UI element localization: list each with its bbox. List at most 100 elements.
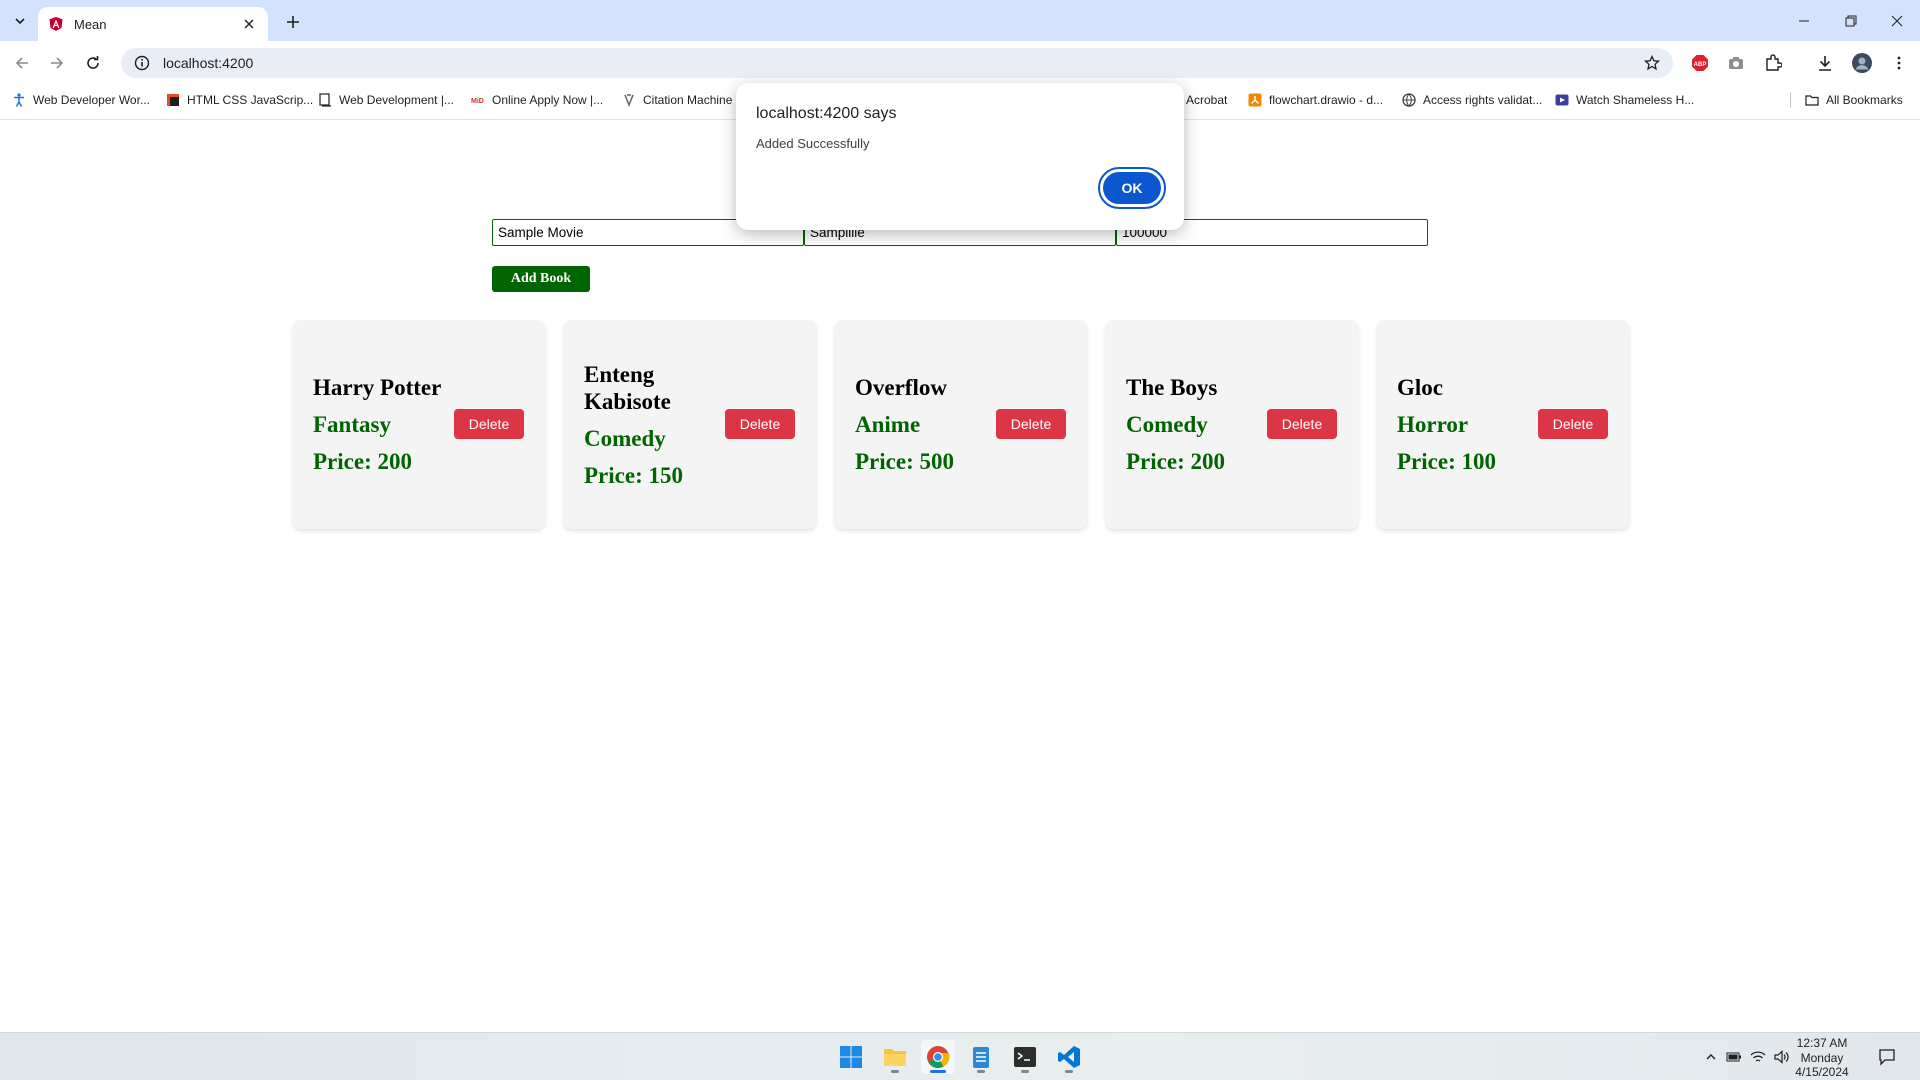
tab-search-button[interactable] [8, 9, 32, 33]
bookmark-label: Watch Shameless H... [1576, 93, 1695, 107]
extensions-puzzle-icon[interactable] [1759, 49, 1787, 77]
book-card: The Boys Comedy Price: 200 Delete [1106, 320, 1358, 529]
site-info-icon[interactable] [127, 48, 157, 78]
taskbar-vscode[interactable] [1052, 1040, 1086, 1074]
bookmark-item[interactable]: flowchart.drawio - d... [1248, 87, 1383, 113]
camera-extension-icon[interactable] [1722, 49, 1750, 77]
svg-text:MiD: MiD [471, 98, 484, 105]
dialog-message: Added Successfully [756, 136, 870, 151]
book-info: Harry Potter Fantasy Price: 200 [313, 320, 463, 529]
url-text: localhost:4200 [163, 55, 254, 71]
book-price: Price: 150 [584, 462, 683, 488]
delete-button[interactable]: Delete [1267, 409, 1337, 439]
arrow-right-icon [51, 57, 64, 69]
citation-machine-icon [624, 94, 634, 107]
book-genre: Comedy [1126, 412, 1208, 437]
angular-favicon-icon [49, 17, 63, 31]
book-info: The Boys Comedy Price: 200 [1126, 320, 1276, 529]
bookmark-item[interactable]: Watch Shameless H... [1555, 87, 1694, 113]
browser-menu-icon[interactable] [1885, 49, 1913, 77]
book-name: Overflow [855, 375, 947, 400]
taskbar-file-explorer[interactable] [878, 1040, 912, 1074]
dialog-title: localhost:4200 says [756, 105, 897, 122]
globe-icon [1402, 93, 1416, 107]
book-card: Enteng Kabisote Comedy Price: 150 Delete [564, 320, 816, 529]
clock-time: 12:37 AM [1796, 1036, 1848, 1050]
book-price: Price: 200 [1126, 449, 1225, 474]
bookmark-label: Access rights validat... [1423, 93, 1543, 107]
bookmark-item[interactable]: HTML CSS JavaScrip... [166, 87, 313, 113]
book-genre: Comedy [584, 425, 666, 451]
system-tray [1700, 1033, 1794, 1080]
bookmark-item[interactable]: Access rights validat... [1402, 87, 1542, 113]
folder-icon [884, 1049, 906, 1066]
bookmark-item[interactable]: Web Developer Wor... [12, 87, 150, 113]
running-indicator [891, 1070, 899, 1073]
alert-dialog: localhost:4200 says Added Successfully O… [736, 83, 1184, 230]
all-bookmarks-button[interactable]: All Bookmarks [1805, 87, 1903, 113]
bookmark-item[interactable]: MiD Online Apply Now |... [471, 87, 603, 113]
address-bar[interactable]: localhost:4200 [121, 48, 1673, 78]
video-play-icon [1555, 94, 1569, 106]
add-book-button[interactable]: Add Book [492, 266, 590, 292]
book-genre: Horror [1397, 412, 1469, 437]
bookmark-star-icon[interactable] [1637, 48, 1667, 78]
book-info: Gloc Horror Price: 100 [1397, 320, 1547, 529]
forward-button[interactable] [43, 49, 71, 77]
bookmark-item[interactable]: Web Development |... [318, 87, 454, 113]
book-name: Enteng Kabisote [584, 361, 671, 414]
taskbar-clock[interactable]: 12:37 AM Monday 4/15/2024 [1787, 1036, 1857, 1080]
clock-date: 4/15/2024 [1795, 1065, 1849, 1079]
new-tab-button[interactable] [280, 9, 306, 35]
restore-button[interactable] [1828, 0, 1874, 41]
notification-icon [1879, 1049, 1895, 1066]
document-icon [319, 93, 331, 107]
plus-icon [287, 16, 299, 28]
wifi-icon[interactable] [1746, 1050, 1770, 1064]
minimize-button[interactable] [1781, 0, 1827, 41]
taskbar-terminal[interactable] [1008, 1040, 1042, 1074]
battery-icon[interactable] [1722, 1051, 1746, 1063]
back-button[interactable] [8, 49, 36, 77]
bookmark-label: Web Development |... [339, 93, 454, 107]
reload-icon [87, 56, 99, 69]
book-list: Harry Potter Fantasy Price: 200 Delete E… [293, 320, 1629, 529]
close-icon [1891, 15, 1903, 26]
reload-button[interactable] [79, 49, 107, 77]
tray-chevron-up-icon[interactable] [1700, 1051, 1722, 1063]
notification-button[interactable] [1872, 1033, 1902, 1080]
folder-icon [1805, 95, 1819, 106]
delete-button[interactable]: Delete [996, 409, 1066, 439]
bookmark-item[interactable]: Citation Machine [622, 87, 732, 113]
tab-mean[interactable]: Mean [38, 7, 268, 41]
ok-button[interactable]: OK [1098, 167, 1166, 209]
adblock-extension-icon[interactable]: ABP [1686, 49, 1714, 77]
bookmark-label: HTML CSS JavaScrip... [187, 93, 314, 107]
book-info: Enteng Kabisote Comedy Price: 150 [584, 320, 734, 529]
start-button[interactable] [834, 1040, 868, 1074]
delete-button[interactable]: Delete [725, 409, 795, 439]
delete-button[interactable]: Delete [454, 409, 524, 439]
download-icon[interactable] [1811, 49, 1839, 77]
running-indicator [1021, 1070, 1029, 1073]
bookmark-label: flowchart.drawio - d... [1269, 93, 1384, 107]
vscode-icon [1058, 1046, 1080, 1068]
accessibility-icon [14, 93, 24, 107]
drawio-icon [1248, 93, 1262, 107]
close-window-button[interactable] [1874, 0, 1920, 41]
taskbar-notepad[interactable] [964, 1040, 998, 1074]
terminal-icon [1014, 1047, 1036, 1067]
book-price: Price: 200 [313, 449, 412, 474]
book-price: Price: 500 [855, 449, 954, 474]
book-name: The Boys [1126, 375, 1218, 400]
profile-avatar[interactable] [1848, 49, 1876, 77]
bookmark-label: Acrobat [1186, 93, 1228, 107]
bookmark-label: Citation Machine [643, 93, 733, 107]
delete-button[interactable]: Delete [1538, 409, 1608, 439]
taskbar-chrome[interactable] [921, 1040, 955, 1074]
book-card: Harry Potter Fantasy Price: 200 Delete [293, 320, 545, 529]
bookmark-item[interactable]: Acrobat [1186, 87, 1227, 113]
tab-close-icon[interactable] [240, 15, 258, 33]
svg-text:ABP: ABP [1694, 62, 1707, 68]
book-name: Harry Potter [313, 375, 442, 400]
